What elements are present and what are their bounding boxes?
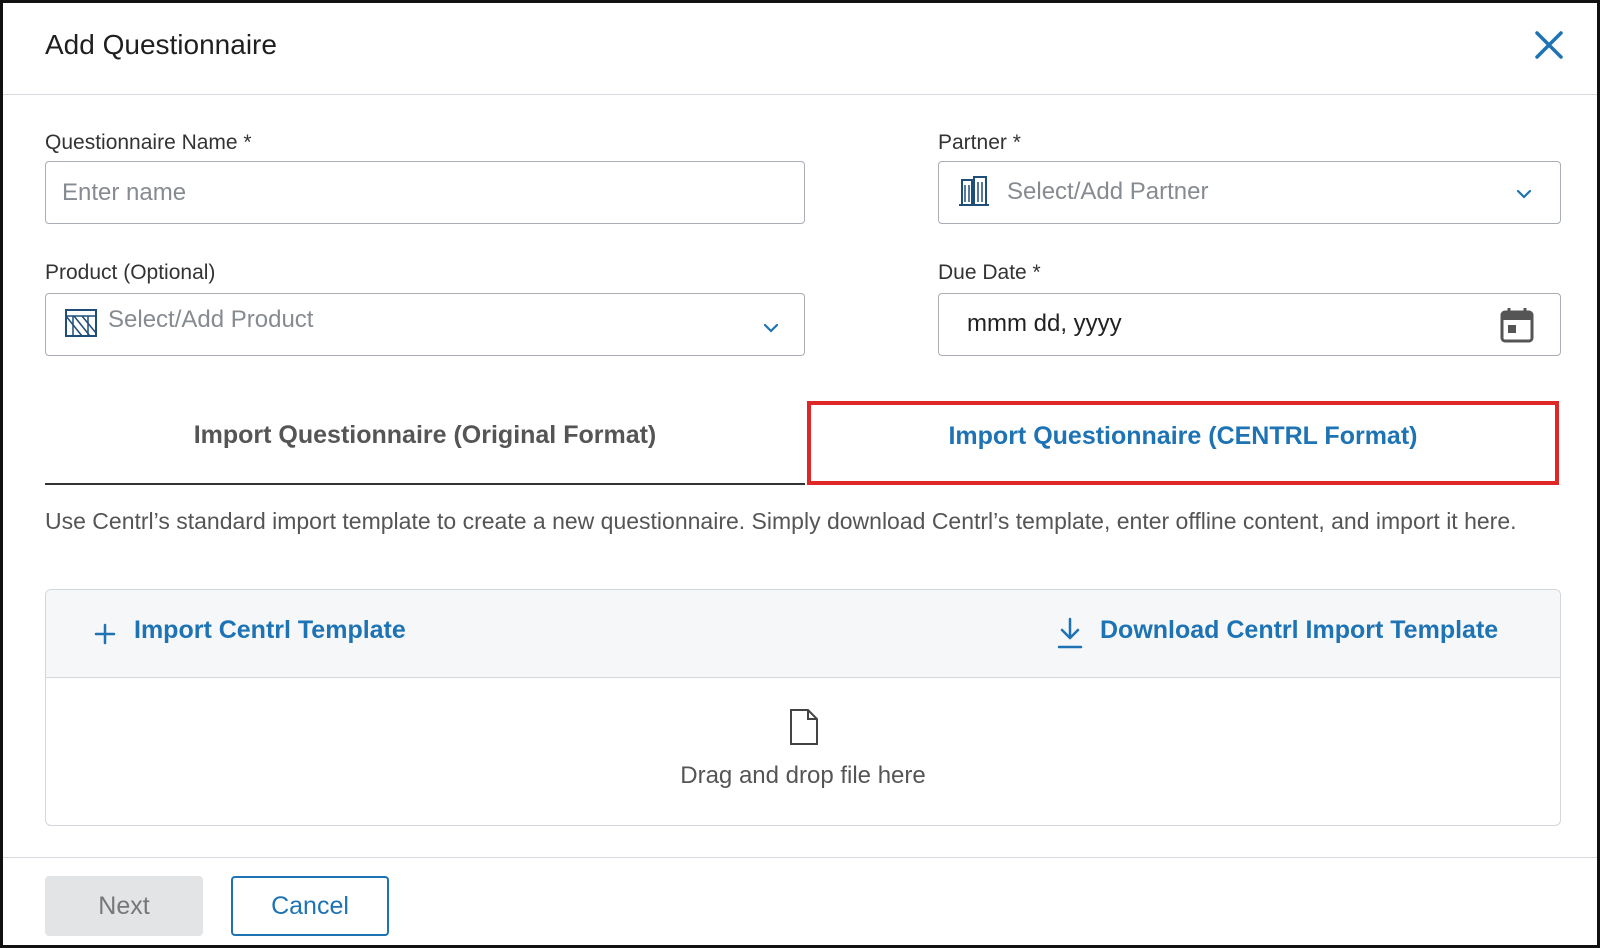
- tab-import-centrl-format[interactable]: Import Questionnaire (CENTRL Format): [807, 401, 1559, 485]
- questionnaire-name-input[interactable]: [62, 162, 788, 223]
- product-label: Product (Optional): [45, 261, 216, 284]
- close-icon: [1535, 31, 1563, 59]
- due-date-field[interactable]: mmm dd, yyyy: [938, 293, 1561, 356]
- file-icon: [790, 709, 818, 745]
- partner-label: Partner *: [938, 131, 1021, 154]
- download-centrl-import-template-label: Download Centrl Import Template: [1100, 616, 1499, 644]
- calendar-icon[interactable]: [1499, 306, 1535, 344]
- modal-footer: Next Cancel: [3, 857, 1597, 948]
- import-format-tabs: Import Questionnaire (Original Format) I…: [45, 401, 1561, 485]
- due-date-label: Due Date *: [938, 261, 1041, 284]
- chevron-down-icon: [1516, 189, 1532, 199]
- chevron-down-icon: [763, 323, 779, 333]
- partner-placeholder: Select/Add Partner: [1007, 178, 1209, 205]
- close-button[interactable]: [1529, 25, 1569, 65]
- download-centrl-import-template-button[interactable]: Download Centrl Import Template: [1056, 590, 1546, 678]
- add-questionnaire-modal: Add Questionnaire Questionnaire Name * P…: [0, 0, 1600, 948]
- questionnaire-name-field: [45, 161, 805, 224]
- tab-import-original-format[interactable]: Import Questionnaire (Original Format): [45, 401, 805, 485]
- cancel-button[interactable]: Cancel: [231, 876, 389, 936]
- due-date-value: mmm dd, yyyy: [967, 310, 1122, 337]
- drag-and-drop-text: Drag and drop file here: [680, 762, 926, 789]
- modal-header: Add Questionnaire: [3, 3, 1597, 95]
- file-dropzone[interactable]: Import Centrl Template Download Centrl I…: [45, 589, 1561, 826]
- product-icon: [65, 309, 97, 337]
- import-centrl-template-label: Import Centrl Template: [134, 616, 406, 644]
- plus-icon: [94, 623, 116, 645]
- next-button[interactable]: Next: [45, 876, 203, 936]
- partner-select[interactable]: Select/Add Partner: [938, 161, 1561, 224]
- questionnaire-name-label: Questionnaire Name *: [45, 131, 252, 154]
- modal-title: Add Questionnaire: [45, 29, 277, 60]
- import-description: Use Centrl’s standard import template to…: [45, 508, 1517, 534]
- product-select[interactable]: Select/Add Product: [45, 293, 805, 356]
- import-centrl-template-button[interactable]: Import Centrl Template: [90, 590, 430, 678]
- download-icon: [1057, 617, 1083, 649]
- dropzone-actions-bar: Import Centrl Template Download Centrl I…: [46, 590, 1560, 678]
- building-icon: [959, 176, 989, 206]
- product-placeholder: Select/Add Product: [108, 306, 314, 333]
